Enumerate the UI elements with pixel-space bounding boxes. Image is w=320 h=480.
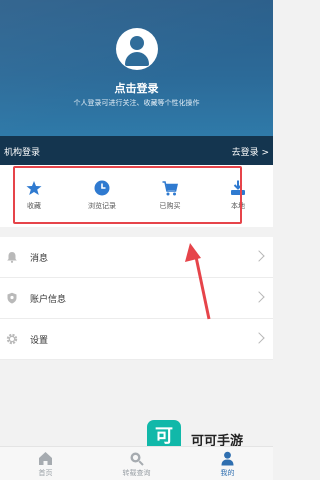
gear-icon [6,333,18,345]
quick-action-label: 收藏 [27,202,41,210]
download-icon [231,180,245,195]
tab-label: 首页 [38,469,53,477]
quick-actions: 收藏 浏览记录 已购买 本地 [0,165,273,227]
quick-action-history[interactable]: 浏览记录 [68,165,136,227]
star-icon [26,181,42,195]
menu-item-account[interactable]: 账户信息 [0,278,273,319]
quick-action-label: 已购买 [159,202,181,210]
menu-item-messages[interactable]: 消息 [0,237,273,278]
home-icon [39,452,52,465]
tab-search[interactable]: 转载查询 [91,447,182,480]
menu-item-settings[interactable]: 设置 [0,319,273,360]
search-icon [130,452,144,466]
cart-icon [162,181,178,196]
chevron-right-icon [253,250,265,262]
avatar-icon[interactable] [116,28,158,70]
bell-icon [7,252,17,263]
tab-label: 我的 [220,469,235,477]
org-login-bar: 机构登录 去登录 > [0,136,273,165]
quick-action-purchased[interactable]: 已购买 [136,165,204,227]
user-icon [221,451,234,466]
quick-action-label: 浏览记录 [88,202,116,210]
login-title[interactable]: 点击登录 [0,80,273,96]
quick-action-label: 本地 [231,202,245,210]
chevron-right-icon [253,291,265,303]
settings-menu: 消息 账户信息 设置 [0,237,273,360]
chevron-right-icon [253,332,265,344]
quick-action-favorites[interactable]: 收藏 [0,165,68,227]
clock-icon [94,180,110,196]
login-subtitle: 个人登录可进行关注、收藏等个性化操作 [73,99,200,107]
profile-header: 点击登录 个人登录可进行关注、收藏等个性化操作 [0,0,273,136]
tab-label: 转载查询 [122,469,151,477]
org-login-label: 机构登录 [4,148,41,158]
menu-item-label: 设置 [30,336,49,346]
quick-action-local[interactable]: 本地 [204,165,272,227]
tab-home[interactable]: 首页 [0,447,91,480]
menu-item-label: 账户信息 [30,295,67,305]
bottom-tab-bar: 首页 转载查询 我的 [0,446,273,480]
menu-item-label: 消息 [30,254,49,264]
tab-mine[interactable]: 我的 [182,447,273,480]
shield-icon [7,292,17,304]
org-login-link[interactable]: 去登录 > [232,145,269,158]
